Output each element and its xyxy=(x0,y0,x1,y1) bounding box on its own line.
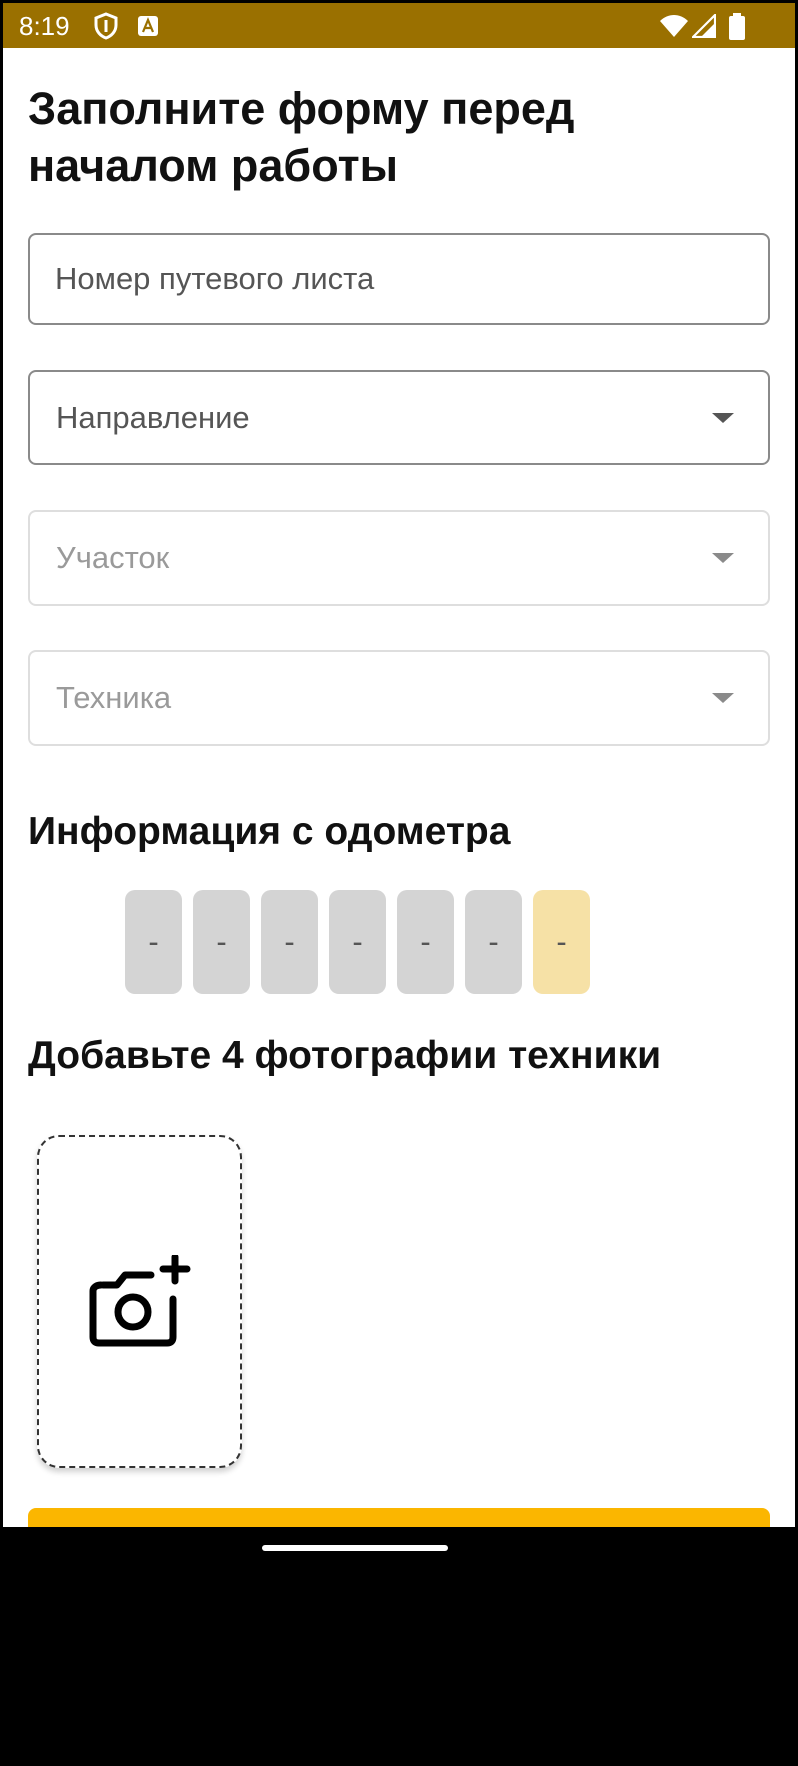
status-time: 8:19 xyxy=(19,11,70,41)
section-dropdown[interactable]: Участок xyxy=(28,510,770,606)
dropdown-caret-icon xyxy=(712,693,734,703)
signal-icon xyxy=(692,14,716,38)
odometer-digit[interactable]: - xyxy=(397,890,454,994)
camera-add-icon xyxy=(89,1255,191,1347)
odometer-digit[interactable]: - xyxy=(125,890,182,994)
waybill-number-input[interactable]: Номер путевого листа xyxy=(28,233,770,325)
odometer-heading: Информация с одометра xyxy=(28,810,511,853)
odometer-digit[interactable]: - xyxy=(261,890,318,994)
odometer-digit-active[interactable]: - xyxy=(533,890,590,994)
status-bar: 8:19 xyxy=(3,3,795,48)
equipment-placeholder: Техника xyxy=(56,680,172,715)
photos-heading: Добавьте 4 фотографии техники xyxy=(28,1034,662,1077)
direction-placeholder: Направление xyxy=(56,399,250,435)
odometer-digit[interactable]: - xyxy=(329,890,386,994)
wifi-icon xyxy=(660,15,688,37)
dropdown-caret-icon xyxy=(712,412,734,423)
shield-icon xyxy=(94,12,118,40)
odometer-digit[interactable]: - xyxy=(465,890,522,994)
direction-dropdown[interactable]: Направление xyxy=(28,370,770,465)
waybill-number-placeholder: Номер путевого листа xyxy=(55,261,375,296)
screen: 8:19 Заполните форму перед началом работ… xyxy=(3,3,795,1763)
text-a-icon xyxy=(138,16,158,36)
odometer-digit[interactable]: - xyxy=(193,890,250,994)
battery-icon xyxy=(729,13,745,40)
page-title: Заполните форму перед началом работы xyxy=(28,83,575,191)
section-placeholder: Участок xyxy=(56,540,170,575)
system-navigation-bar xyxy=(3,1527,795,1763)
odometer-input: - - - - - - - xyxy=(125,890,590,994)
dropdown-caret-icon xyxy=(712,553,734,563)
equipment-dropdown[interactable]: Техника xyxy=(28,650,770,746)
home-handle[interactable] xyxy=(262,1545,448,1551)
add-photo-button[interactable] xyxy=(37,1135,242,1468)
